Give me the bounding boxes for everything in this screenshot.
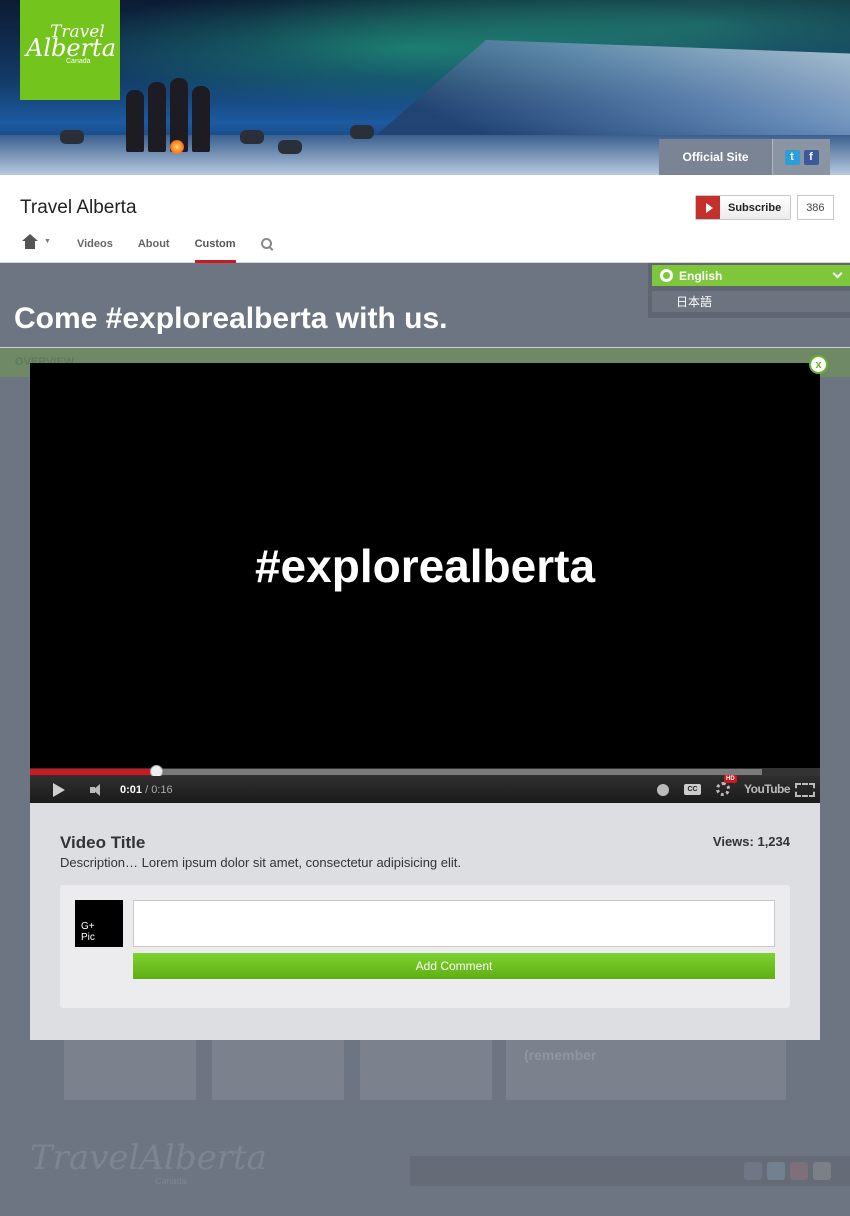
current-time: 0:01	[120, 784, 143, 796]
tab-custom[interactable]: Custom	[194, 232, 236, 263]
pinterest-icon[interactable]	[790, 1162, 808, 1180]
gear-icon[interactable]	[716, 782, 730, 796]
campfire-image	[170, 140, 184, 154]
video-controls: 0:01 / 0:16 CC HD YouTube	[30, 775, 820, 803]
official-site-link[interactable]: Official Site	[659, 139, 772, 175]
video-description: Description… Lorem ipsum dolor sit amet,…	[60, 855, 462, 870]
channel-banner: Travel Alberta Canada Official Site t f	[0, 0, 850, 175]
comment-input[interactable]	[133, 900, 775, 947]
avatar-line1: G+	[81, 921, 95, 932]
facebook-icon[interactable]	[744, 1162, 762, 1180]
chevron-down-icon: ▼	[44, 238, 51, 245]
twitter-icon[interactable]	[767, 1162, 785, 1180]
video-title: Video Title	[60, 833, 146, 852]
tab-about[interactable]: About	[138, 232, 170, 263]
video-time: 0:01 / 0:16	[120, 784, 173, 796]
campfire-people-image	[118, 62, 218, 152]
search-icon[interactable]	[260, 238, 273, 250]
dog-image	[278, 140, 302, 154]
video-overlay-text: #explorealberta	[254, 540, 596, 592]
globe-icon	[660, 269, 673, 282]
instagram-icon[interactable]	[813, 1162, 831, 1180]
language-selected-label: English	[679, 268, 723, 283]
hd-badge: HD	[724, 775, 737, 783]
page-headline: Come #explorealberta with us.	[14, 302, 448, 335]
clock-icon[interactable]	[657, 784, 669, 796]
play-icon[interactable]	[53, 783, 65, 797]
video-modal: #explorealberta 0:01 / 0:16 CC HD YouTub…	[30, 363, 820, 1040]
language-option-selected[interactable]: English	[652, 265, 850, 286]
dog-image	[350, 125, 374, 139]
chevron-down-icon	[832, 268, 843, 279]
captions-button[interactable]: CC	[684, 784, 701, 795]
avatar-line2: Pic	[81, 932, 95, 943]
close-icon[interactable]: x	[809, 355, 828, 374]
progress-played	[30, 769, 156, 775]
social-links: t f	[772, 139, 830, 175]
video-player[interactable]: #explorealberta	[30, 363, 820, 768]
youtube-logo[interactable]: YouTube	[744, 782, 791, 796]
subscribe-widget: Subscribe 386	[695, 195, 834, 220]
subscribe-label: Subscribe	[728, 201, 782, 214]
subscribe-button[interactable]: Subscribe	[695, 195, 792, 220]
tab-home[interactable]: ▼	[22, 232, 51, 249]
volume-icon[interactable]	[90, 784, 108, 796]
subscriber-count: 386	[797, 195, 834, 220]
dog-image	[60, 130, 84, 144]
language-selector: English 日本語	[648, 263, 850, 318]
footer-logo[interactable]: TravelAlberta	[30, 1138, 267, 1178]
channel-tabs: ▼ Videos About Custom	[22, 232, 273, 263]
comment-box: G+ Pic Add Comment	[60, 885, 790, 1008]
video-views: Views: 1,234	[712, 834, 790, 849]
fullscreen-icon[interactable]	[795, 783, 815, 797]
duration: / 0:16	[145, 784, 173, 796]
channel-title[interactable]: Travel Alberta	[20, 197, 137, 219]
facebook-icon[interactable]: f	[803, 149, 819, 165]
channel-header: Travel Alberta Subscribe 386 ▼ Videos Ab…	[0, 175, 850, 263]
avatar: G+ Pic	[75, 900, 123, 947]
tab-videos[interactable]: Videos	[77, 232, 113, 263]
footer-logo-sub: Canada	[155, 1176, 187, 1186]
dog-image	[240, 130, 264, 144]
add-comment-button[interactable]: Add Comment	[133, 953, 775, 979]
home-icon	[22, 234, 38, 249]
banner-links: Official Site t f	[659, 139, 830, 175]
language-option-japanese[interactable]: 日本語	[652, 291, 850, 312]
footer-social-icons	[744, 1162, 831, 1180]
thumbnail-caption: (remember	[524, 1047, 597, 1063]
travel-alberta-logo[interactable]: Travel Alberta Canada	[20, 0, 120, 100]
youtube-icon	[696, 196, 720, 219]
video-progress-bar[interactable]	[30, 765, 820, 778]
twitter-icon[interactable]: t	[784, 149, 800, 165]
logo-text-canada: Canada	[66, 58, 91, 65]
